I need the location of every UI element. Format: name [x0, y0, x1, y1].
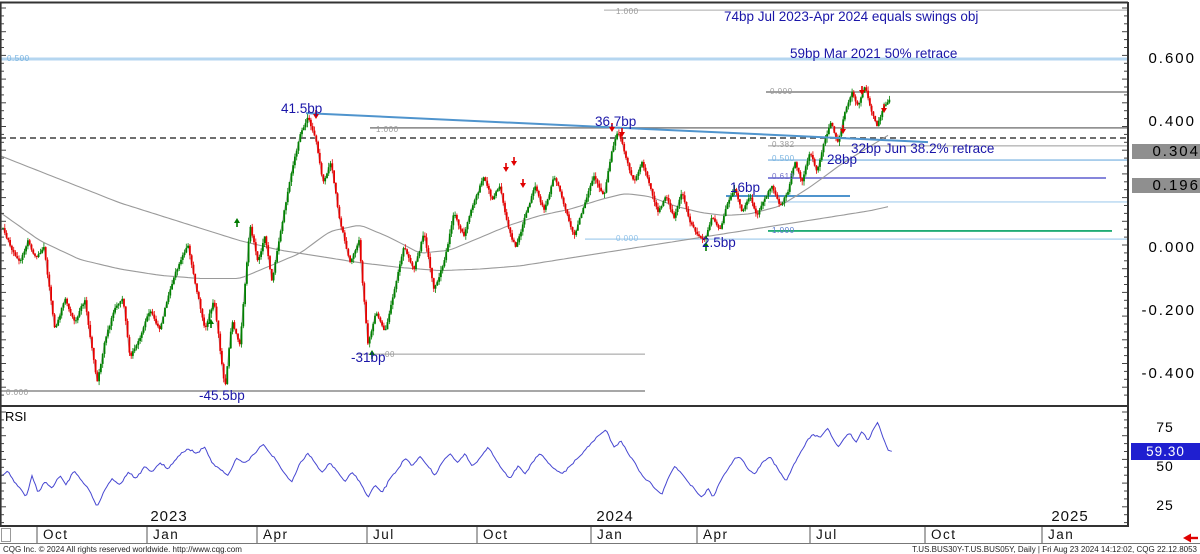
y-axis-price-label-0.400: 0.400 [1130, 113, 1196, 130]
price-annotation-4: 32bp Jun 38.2% retrace [851, 141, 994, 156]
price-annotation-9: -45.5bp [199, 388, 245, 403]
x-axis-month-label-9: Jan [1048, 527, 1074, 542]
y-axis-price-label-0.000: 0.000 [1130, 239, 1196, 256]
x-axis-year-label-2025: 2025 [1051, 508, 1088, 525]
fib-level-label-5: 0.500 [772, 154, 795, 163]
fib-level-label-4: 0.382 [772, 140, 795, 149]
y-axis-highlighted-level-0.196: 0.196 [1132, 178, 1200, 193]
chart-canvas[interactable] [0, 0, 1200, 554]
fib-level-label-0: 0.500 [7, 54, 30, 63]
rsi-axis-tick-75: 75 [1131, 419, 1199, 435]
x-axis-month-label-0: Oct [43, 527, 69, 542]
x-axis-year-label-2024: 2024 [596, 508, 633, 525]
x-axis-month-label-6: Apr [703, 527, 729, 542]
y-axis-price-label-0.600: 0.600 [1130, 50, 1196, 67]
rsi-axis-tick-25: 25 [1131, 497, 1199, 513]
price-annotation-2: 41.5bp [281, 101, 322, 116]
status-bar-symbol-info: T.US.BUS30Y-T.US.BUS05Y, Daily | Fri Aug… [912, 545, 1197, 554]
x-axis-month-label-7: Jul [816, 527, 838, 542]
price-annotation-7: 2.5bp [702, 235, 736, 250]
x-axis-year-label-2023: 2023 [150, 508, 187, 525]
x-axis-month-label-1: Jan [153, 527, 179, 542]
fib-level-label-3: 1.000 [376, 125, 399, 134]
axis-ticks [1, 8, 1127, 523]
price-annotation-3: 36.7bp [595, 114, 636, 129]
x-axis-month-label-2: Apr [263, 527, 289, 542]
close-connector-line [3, 87, 889, 384]
price-annotation-8: -31bp [351, 350, 386, 365]
rsi-line [0, 423, 892, 505]
price-annotation-1: 59bp Mar 2021 50% retrace [790, 46, 957, 61]
axis-red-arrow-icon[interactable] [1183, 534, 1198, 543]
rsi-axis-tick-50: 50 [1131, 458, 1199, 474]
price-annotation-6: 16bp [730, 180, 760, 195]
price-annotation-0: 74bp Jul 2023-Apr 2024 equals swings obj [724, 9, 978, 24]
scroll-handle-box[interactable] [2, 529, 11, 542]
x-axis-month-label-5: Jan [597, 527, 623, 542]
candles-layer [2, 85, 890, 385]
fib-level-label-2: 0.000 [770, 87, 793, 96]
y-axis-price-label--0.200: -0.200 [1130, 302, 1196, 319]
x-axis-month-label-8: Oct [931, 527, 957, 542]
price-annotation-5: 28bp [827, 152, 857, 167]
fib-level-label-1: 1.000 [616, 7, 639, 16]
fib-level-label-9: 0.000 [6, 388, 29, 397]
rsi-panel-title: RSI [5, 409, 27, 424]
y-axis-highlighted-level-0.304: 0.304 [1132, 144, 1200, 159]
swing-markers-layer [208, 86, 887, 359]
status-bar-copyright: CQG Inc. © 2024 All rights reserved worl… [3, 545, 242, 554]
fib-level-label-8: 0.000 [616, 234, 639, 243]
fib-level-label-6: 0.618 [772, 172, 795, 181]
x-axis-month-label-3: Jul [373, 527, 395, 542]
cqg-chart-window: RSI 59.30 CQG Inc. © 2024 All rights res… [0, 0, 1200, 554]
fib-level-label-7: 1.000 [772, 226, 795, 235]
panel-borders [0, 2, 1200, 544]
x-axis-month-label-4: Oct [483, 527, 509, 542]
y-axis-price-label--0.400: -0.400 [1130, 365, 1196, 382]
fib-level-label-10: 00 [385, 350, 395, 359]
